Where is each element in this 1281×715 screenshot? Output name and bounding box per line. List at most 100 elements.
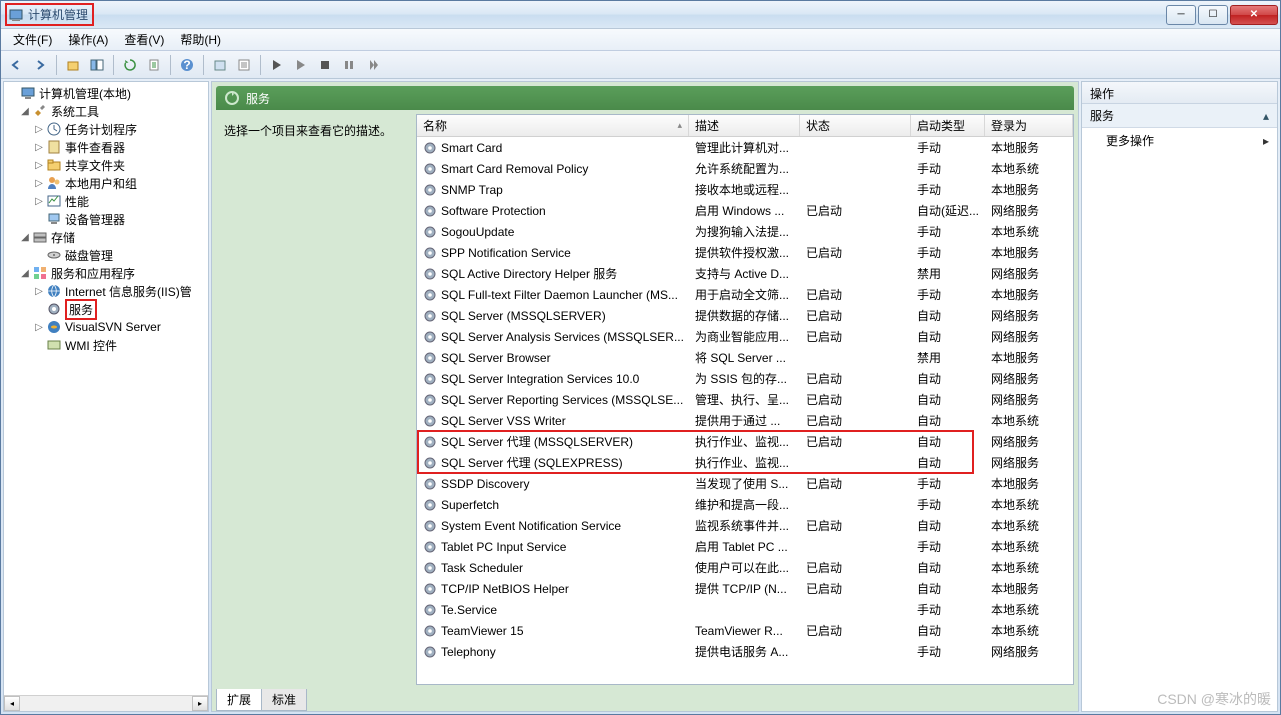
table-row[interactable]: Te.Service手动本地系统 <box>417 599 1073 620</box>
tree-svcapps[interactable]: ◢服务和应用程序 <box>4 264 208 282</box>
svc-desc: 当发现了使用 S... <box>689 475 800 492</box>
svc-name: System Event Notification Service <box>441 519 621 533</box>
restart-button[interactable] <box>362 54 384 76</box>
play-button[interactable] <box>290 54 312 76</box>
start-button[interactable] <box>266 54 288 76</box>
tree-root[interactable]: 计算机管理(本地) <box>4 84 208 102</box>
table-row[interactable]: Tablet PC Input Service启用 Tablet PC ...手… <box>417 536 1073 557</box>
table-row[interactable]: System Event Notification Service监视系统事件并… <box>417 515 1073 536</box>
svc-logon: 本地服务 <box>985 286 1073 303</box>
pause-button[interactable] <box>338 54 360 76</box>
list-rows[interactable]: Smart Card管理此计算机对...手动本地服务 Smart Card Rem… <box>417 137 1073 684</box>
table-row[interactable]: SQL Server Integration Services 10.0为 SS… <box>417 368 1073 389</box>
svc-desc: 允许系统配置为... <box>689 160 800 177</box>
maximize-button[interactable]: ☐ <box>1198 5 1228 25</box>
stop-button[interactable] <box>314 54 336 76</box>
menu-help[interactable]: 帮助(H) <box>172 29 229 50</box>
svc-name: SQL Server (MSSQLSERVER) <box>441 309 606 323</box>
menu-file[interactable]: 文件(F) <box>5 29 60 50</box>
tree-devmgr[interactable]: 设备管理器 <box>4 210 208 228</box>
svc-logon: 本地系统 <box>985 496 1073 513</box>
scroll-track[interactable] <box>20 696 192 711</box>
tree-view[interactable]: 计算机管理(本地) ◢系统工具 ▷任务计划程序 ▷事件查看器 ▷共享文件夹 ▷本… <box>4 82 208 695</box>
back-button[interactable] <box>5 54 27 76</box>
tree-tasksched[interactable]: ▷任务计划程序 <box>4 120 208 138</box>
actions-more[interactable]: 更多操作 ▸ <box>1082 128 1277 153</box>
table-row[interactable]: Software Protection启用 Windows ...已启动自动(延… <box>417 200 1073 221</box>
actions-services[interactable]: 服务 ▴ <box>1082 104 1277 128</box>
tree-wmi[interactable]: WMI 控件 <box>4 336 208 354</box>
title-highlight: 计算机管理 <box>5 3 94 26</box>
tree-visualsvn[interactable]: ▷VisualSVN Server <box>4 318 208 336</box>
minimize-button[interactable]: ─ <box>1166 5 1196 25</box>
tree-perf[interactable]: ▷性能 <box>4 192 208 210</box>
svc-name: TCP/IP NetBIOS Helper <box>441 582 569 596</box>
col-startup[interactable]: 启动类型 <box>911 115 985 136</box>
tree-storage[interactable]: ◢存储 <box>4 228 208 246</box>
show-hide-button[interactable] <box>86 54 108 76</box>
table-row[interactable]: SQL Server VSS Writer提供用于通过 ...已启动自动本地系统 <box>417 410 1073 431</box>
table-row[interactable]: SQL Server Browser将 SQL Server ...禁用本地服务 <box>417 347 1073 368</box>
gear-icon <box>423 540 437 554</box>
table-row[interactable]: SPP Notification Service提供软件授权激...已启动手动本… <box>417 242 1073 263</box>
forward-button[interactable] <box>29 54 51 76</box>
table-row[interactable]: SQL Server (MSSQLSERVER)提供数据的存储...已启动自动网… <box>417 305 1073 326</box>
tree-diskmgr[interactable]: 磁盘管理 <box>4 246 208 264</box>
svc-startup: 自动 <box>911 307 985 324</box>
col-logon[interactable]: 登录为 <box>985 115 1073 136</box>
table-row[interactable]: SQL Full-text Filter Daemon Launcher (MS… <box>417 284 1073 305</box>
gear-icon <box>423 204 437 218</box>
svc-logon: 本地服务 <box>985 580 1073 597</box>
tree-hscroll[interactable]: ◂ ▸ <box>4 695 208 711</box>
svc-name: Smart Card <box>441 141 502 155</box>
list-button[interactable] <box>233 54 255 76</box>
menu-view[interactable]: 查看(V) <box>116 29 172 50</box>
close-button[interactable]: ✕ <box>1230 5 1278 25</box>
tab-extended[interactable]: 扩展 <box>216 689 262 711</box>
svc-startup: 手动 <box>911 538 985 555</box>
col-name[interactable]: 名称▴ <box>417 115 689 136</box>
table-row[interactable]: Smart Card管理此计算机对...手动本地服务 <box>417 137 1073 158</box>
svc-desc: 支持与 Active D... <box>689 265 800 282</box>
table-row[interactable]: SSDP Discovery当发现了使用 S...已启动手动本地服务 <box>417 473 1073 494</box>
table-row[interactable]: SQL Server 代理 (MSSQLSERVER)执行作业、监视...已启动… <box>417 431 1073 452</box>
svc-name: Smart Card Removal Policy <box>441 162 588 176</box>
svc-desc: 启用 Windows ... <box>689 202 800 219</box>
tree-services[interactable]: 服务 <box>4 300 208 318</box>
table-row[interactable]: Smart Card Removal Policy允许系统配置为...手动本地系… <box>417 158 1073 179</box>
table-row[interactable]: TCP/IP NetBIOS Helper提供 TCP/IP (N...已启动自… <box>417 578 1073 599</box>
table-row[interactable]: SQL Active Directory Helper 服务支持与 Active… <box>417 263 1073 284</box>
svc-name: Tablet PC Input Service <box>441 540 566 554</box>
tree-systools[interactable]: ◢系统工具 <box>4 102 208 120</box>
tree-users[interactable]: ▷本地用户和组 <box>4 174 208 192</box>
properties-button[interactable] <box>209 54 231 76</box>
svc-status: 已启动 <box>800 622 911 639</box>
table-row[interactable]: Superfetch维护和提高一段...手动本地系统 <box>417 494 1073 515</box>
menu-action[interactable]: 操作(A) <box>60 29 116 50</box>
computer-icon <box>20 85 36 101</box>
table-row[interactable]: TeamViewer 15TeamViewer R...已启动自动本地系统 <box>417 620 1073 641</box>
table-row[interactable]: Task Scheduler使用户可以在此...已启动自动本地系统 <box>417 557 1073 578</box>
scroll-right-icon[interactable]: ▸ <box>192 696 208 711</box>
tree-iis[interactable]: ▷Internet 信息服务(IIS)管 <box>4 282 208 300</box>
table-row[interactable]: SQL Server 代理 (SQLEXPRESS)执行作业、监视...自动网络… <box>417 452 1073 473</box>
up-button[interactable] <box>62 54 84 76</box>
table-row[interactable]: SNMP Trap接收本地或远程...手动本地服务 <box>417 179 1073 200</box>
svc-desc: 维护和提高一段... <box>689 496 800 513</box>
table-row[interactable]: SQL Server Reporting Services (MSSQLSE..… <box>417 389 1073 410</box>
refresh-button[interactable] <box>119 54 141 76</box>
help-button[interactable]: ? <box>176 54 198 76</box>
tab-standard[interactable]: 标准 <box>261 689 307 711</box>
svc-desc: 提供数据的存储... <box>689 307 800 324</box>
col-desc[interactable]: 描述 <box>689 115 800 136</box>
col-status[interactable]: 状态 <box>800 115 911 136</box>
svc-startup: 禁用 <box>911 349 985 366</box>
table-row[interactable]: SogouUpdate为搜狗输入法提...手动本地系统 <box>417 221 1073 242</box>
export-button[interactable] <box>143 54 165 76</box>
table-row[interactable]: Telephony提供电话服务 A...手动网络服务 <box>417 641 1073 662</box>
tree-shared[interactable]: ▷共享文件夹 <box>4 156 208 174</box>
tree-eventviewer[interactable]: ▷事件查看器 <box>4 138 208 156</box>
scroll-left-icon[interactable]: ◂ <box>4 696 20 711</box>
table-row[interactable]: SQL Server Analysis Services (MSSQLSER..… <box>417 326 1073 347</box>
svc-startup: 自动 <box>911 517 985 534</box>
